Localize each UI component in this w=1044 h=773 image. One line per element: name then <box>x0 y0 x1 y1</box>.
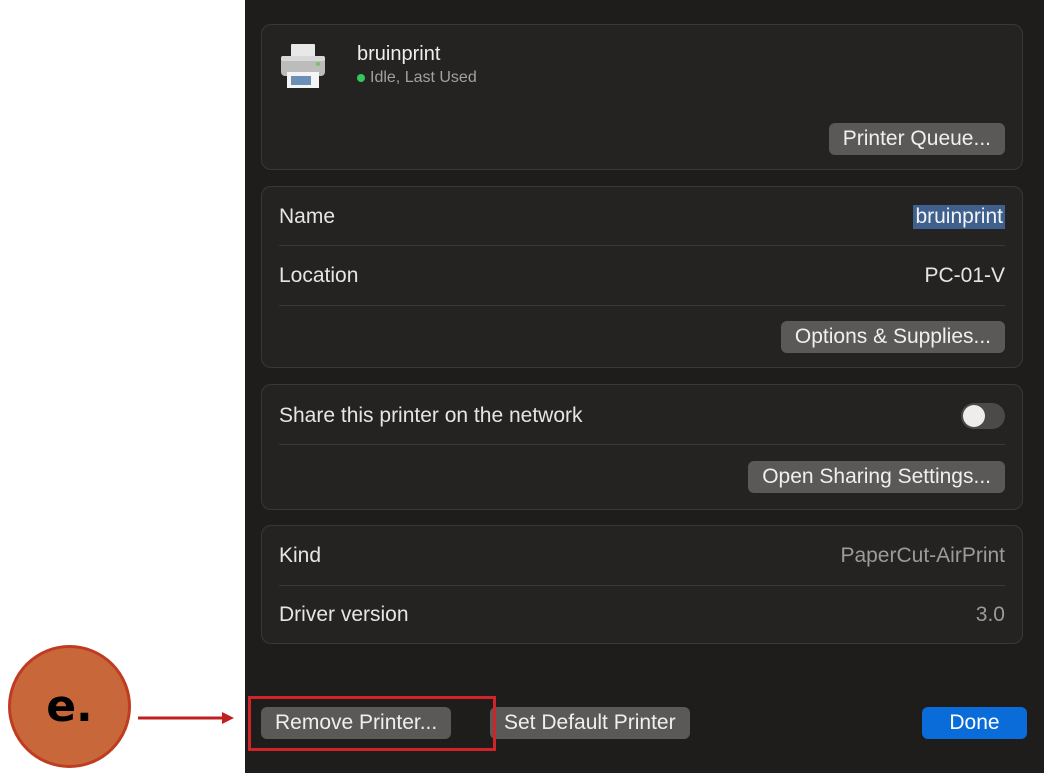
set-default-printer-button[interactable]: Set Default Printer <box>490 707 690 739</box>
divider <box>279 305 1005 306</box>
share-toggle[interactable] <box>961 403 1005 429</box>
driver-value: 3.0 <box>975 603 1005 626</box>
printer-name: bruinprint <box>357 43 441 65</box>
printer-queue-button[interactable]: Printer Queue... <box>828 123 1005 155</box>
printer-status: Idle, Last Used <box>357 69 477 87</box>
divider <box>279 245 1005 246</box>
share-label: Share this printer on the network <box>279 404 583 427</box>
remove-printer-highlight <box>248 696 496 751</box>
name-field[interactable]: bruinprint <box>913 205 1005 229</box>
kind-value: PaperCut-AirPrint <box>840 544 1005 567</box>
printer-info-section: Kind PaperCut-AirPrint Driver version 3.… <box>261 525 1023 644</box>
sharing-section: Share this printer on the network Open S… <box>261 384 1023 510</box>
printer-details-section: Name bruinprint Location PC-01-V Options… <box>261 186 1023 368</box>
status-dot-icon <box>357 74 365 82</box>
name-label: Name <box>279 205 336 228</box>
location-row: Location PC-01-V <box>279 248 1005 304</box>
options-supplies-button[interactable]: Options & Supplies... <box>780 321 1005 353</box>
open-sharing-settings-button[interactable]: Open Sharing Settings... <box>748 461 1005 493</box>
printer-status-text: Idle, Last Used <box>370 69 477 86</box>
location-label: Location <box>279 264 359 287</box>
annotation-marker: e. <box>8 645 131 768</box>
driver-label: Driver version <box>279 603 409 626</box>
divider <box>279 585 1005 586</box>
share-row: Share this printer on the network <box>279 388 1005 444</box>
toggle-knob <box>963 405 985 427</box>
annotation-marker-label: e. <box>46 681 93 732</box>
name-row: Name bruinprint <box>279 189 1005 245</box>
divider <box>279 444 1005 445</box>
annotation-arrow-icon <box>138 709 238 727</box>
done-button[interactable]: Done <box>922 707 1027 739</box>
printer-icon <box>279 42 327 90</box>
printer-settings-panel: bruinprint Idle, Last Used Printer Queue… <box>245 0 1044 773</box>
printer-header-section: bruinprint Idle, Last Used Printer Queue… <box>261 24 1023 170</box>
location-field[interactable]: PC-01-V <box>924 264 1005 288</box>
kind-row: Kind PaperCut-AirPrint <box>279 528 1005 584</box>
kind-label: Kind <box>279 544 322 567</box>
driver-row: Driver version 3.0 <box>279 587 1005 643</box>
